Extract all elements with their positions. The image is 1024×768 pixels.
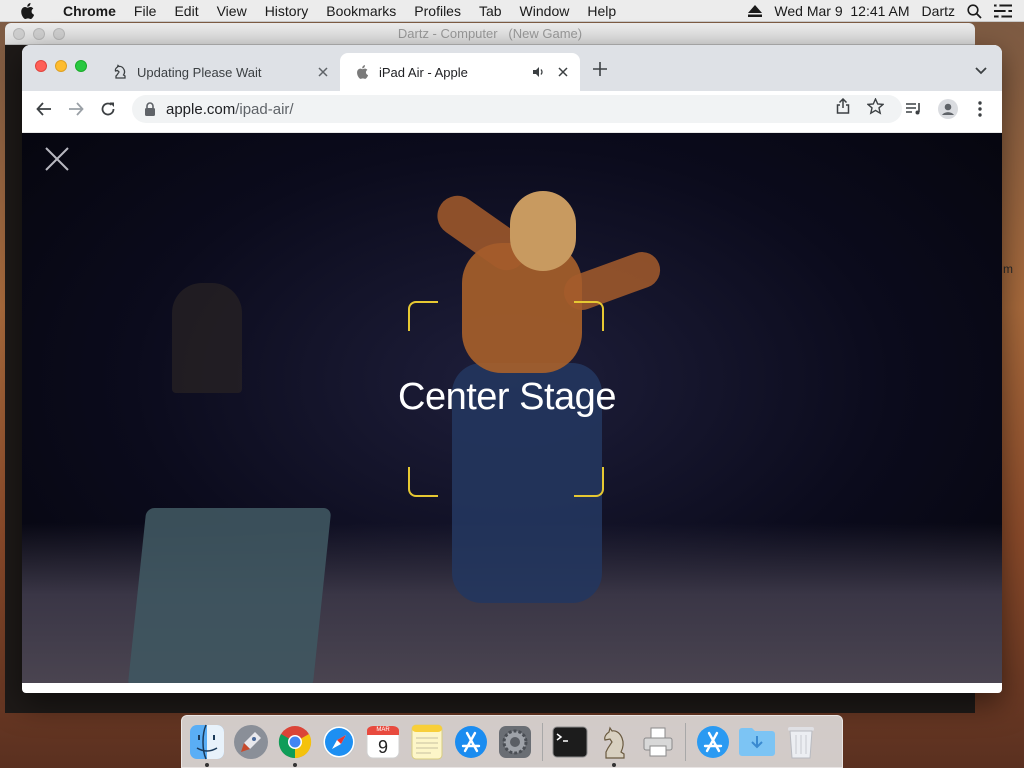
dock-safari[interactable]	[320, 723, 358, 761]
address-bar[interactable]: apple.com/ipad-air/	[132, 95, 902, 123]
calendar-month: MAR	[376, 726, 390, 733]
dock-separator	[542, 722, 543, 761]
dock-app-store[interactable]	[452, 723, 490, 761]
chrome-window: Updating Please Wait iPad Air - Apple ap…	[22, 45, 1002, 693]
chess-icon	[604, 726, 625, 759]
dock-system-preferences[interactable]	[496, 723, 534, 761]
menu-edit[interactable]: Edit	[165, 0, 207, 22]
bookmark-star-icon[interactable]	[866, 97, 884, 115]
background-window-title: Dartz - Computer (New Game)	[397, 26, 583, 41]
url-path: /ipad-air/	[235, 100, 294, 118]
control-center-icon[interactable]	[994, 4, 1012, 18]
close-window-button[interactable]	[35, 60, 47, 72]
printer-icon	[643, 727, 673, 756]
finder-icon	[190, 724, 224, 759]
dock-downloads-folder[interactable]	[738, 723, 776, 761]
menu-history[interactable]: History	[256, 0, 318, 22]
user-name[interactable]: Dartz	[922, 3, 955, 19]
zoom-window-button[interactable]	[75, 60, 87, 72]
center-stage-frame-corner	[408, 467, 438, 497]
running-indicator	[612, 762, 616, 767]
menu-profiles[interactable]: Profiles	[405, 0, 470, 22]
dock: MAR 9	[181, 715, 843, 768]
tab-search-chevron-icon[interactable]	[974, 63, 988, 75]
menu-tab[interactable]: Tab	[470, 0, 511, 22]
url-host: apple.com	[166, 100, 236, 118]
calendar-day: 9	[377, 736, 388, 757]
terminal-icon	[552, 726, 588, 757]
menu-file[interactable]: File	[125, 0, 166, 22]
dock-terminal[interactable]	[551, 723, 589, 761]
back-arrow-icon[interactable]	[34, 99, 54, 119]
dock-separator	[685, 722, 686, 761]
spotlight-search-icon[interactable]	[967, 3, 982, 19]
tab-strip: Updating Please Wait iPad Air - Apple	[22, 45, 1002, 91]
forward-arrow-icon[interactable]	[66, 99, 86, 119]
launchpad-icon	[234, 724, 268, 759]
menu-bar: Chrome File Edit View History Bookmarks …	[0, 0, 1024, 22]
system-preferences-icon	[499, 725, 531, 758]
safari-icon	[322, 725, 356, 758]
media-control-icon[interactable]	[904, 99, 924, 119]
background-window-controls	[13, 28, 65, 40]
window-controls	[35, 60, 87, 72]
menu-bookmarks[interactable]: Bookmarks	[317, 0, 405, 22]
dock-printer[interactable]	[639, 723, 677, 761]
menu-bar-status-area: Wed Mar 9 12:41 AM Dartz	[748, 0, 1024, 22]
reload-icon[interactable]	[98, 99, 118, 119]
downloads-folder-icon	[739, 727, 775, 756]
running-indicator	[293, 762, 297, 767]
background-window-titlebar[interactable]: Dartz - Computer (New Game)	[5, 23, 975, 45]
menu-window[interactable]: Window	[511, 0, 579, 22]
running-indicator	[205, 762, 209, 767]
minimize-window-button[interactable]	[55, 60, 67, 72]
dock-notes[interactable]	[408, 723, 446, 761]
dock-calendar[interactable]: MAR 9	[364, 723, 402, 761]
clock[interactable]: Wed Mar 9 12:41 AM	[774, 3, 909, 19]
menu-view[interactable]: View	[208, 0, 256, 22]
dock-finder[interactable]	[188, 723, 226, 767]
trash-icon	[788, 726, 814, 758]
menu-help[interactable]: Help	[578, 0, 625, 22]
dock-chess[interactable]	[595, 723, 633, 767]
eject-icon[interactable]	[748, 5, 763, 17]
tab-title: iPad Air - Apple	[379, 64, 468, 80]
center-stage-video[interactable]: Center Stage	[22, 133, 1002, 683]
dock-chrome[interactable]	[276, 723, 314, 767]
notes-icon	[411, 724, 443, 759]
dock-applications-folder[interactable]	[694, 723, 732, 761]
background-partial-text: m	[1003, 262, 1013, 276]
chrome-icon	[278, 725, 312, 758]
bg-close-button[interactable]	[13, 28, 25, 40]
video-scene-person-head	[510, 191, 576, 271]
audio-playing-icon[interactable]	[532, 65, 546, 79]
more-menu-icon[interactable]	[970, 99, 990, 119]
video-scene-ipad	[127, 508, 332, 683]
tab-title: Updating Please Wait	[137, 64, 262, 80]
close-tab-icon[interactable]	[556, 65, 570, 79]
dock-launchpad[interactable]	[232, 723, 270, 761]
center-stage-frame-corner	[408, 301, 438, 331]
share-icon[interactable]	[834, 97, 852, 115]
dock-trash[interactable]	[782, 723, 820, 761]
profile-avatar-icon[interactable]	[938, 99, 958, 119]
applications-folder-icon	[697, 725, 729, 758]
bg-minimize-button[interactable]	[33, 28, 45, 40]
new-tab-plus-icon[interactable]	[592, 61, 608, 77]
app-store-icon	[455, 725, 487, 758]
bg-zoom-button[interactable]	[53, 28, 65, 40]
lock-icon[interactable]	[144, 102, 156, 116]
center-stage-frame-corner	[574, 301, 604, 331]
browser-toolbar: apple.com/ipad-air/	[22, 91, 1002, 127]
tab-updating-please-wait[interactable]: Updating Please Wait	[102, 53, 340, 91]
close-modal-icon[interactable]	[44, 146, 70, 172]
apple-favicon-icon	[354, 64, 370, 80]
tab-ipad-air-apple[interactable]: iPad Air - Apple	[340, 53, 580, 91]
close-tab-icon[interactable]	[316, 65, 330, 79]
menu-app-name[interactable]: Chrome	[54, 0, 125, 22]
apple-menu-icon[interactable]	[20, 2, 36, 19]
chess-favicon-icon	[112, 64, 128, 80]
center-stage-frame-corner	[574, 467, 604, 497]
center-stage-headline: Center Stage	[398, 376, 616, 418]
